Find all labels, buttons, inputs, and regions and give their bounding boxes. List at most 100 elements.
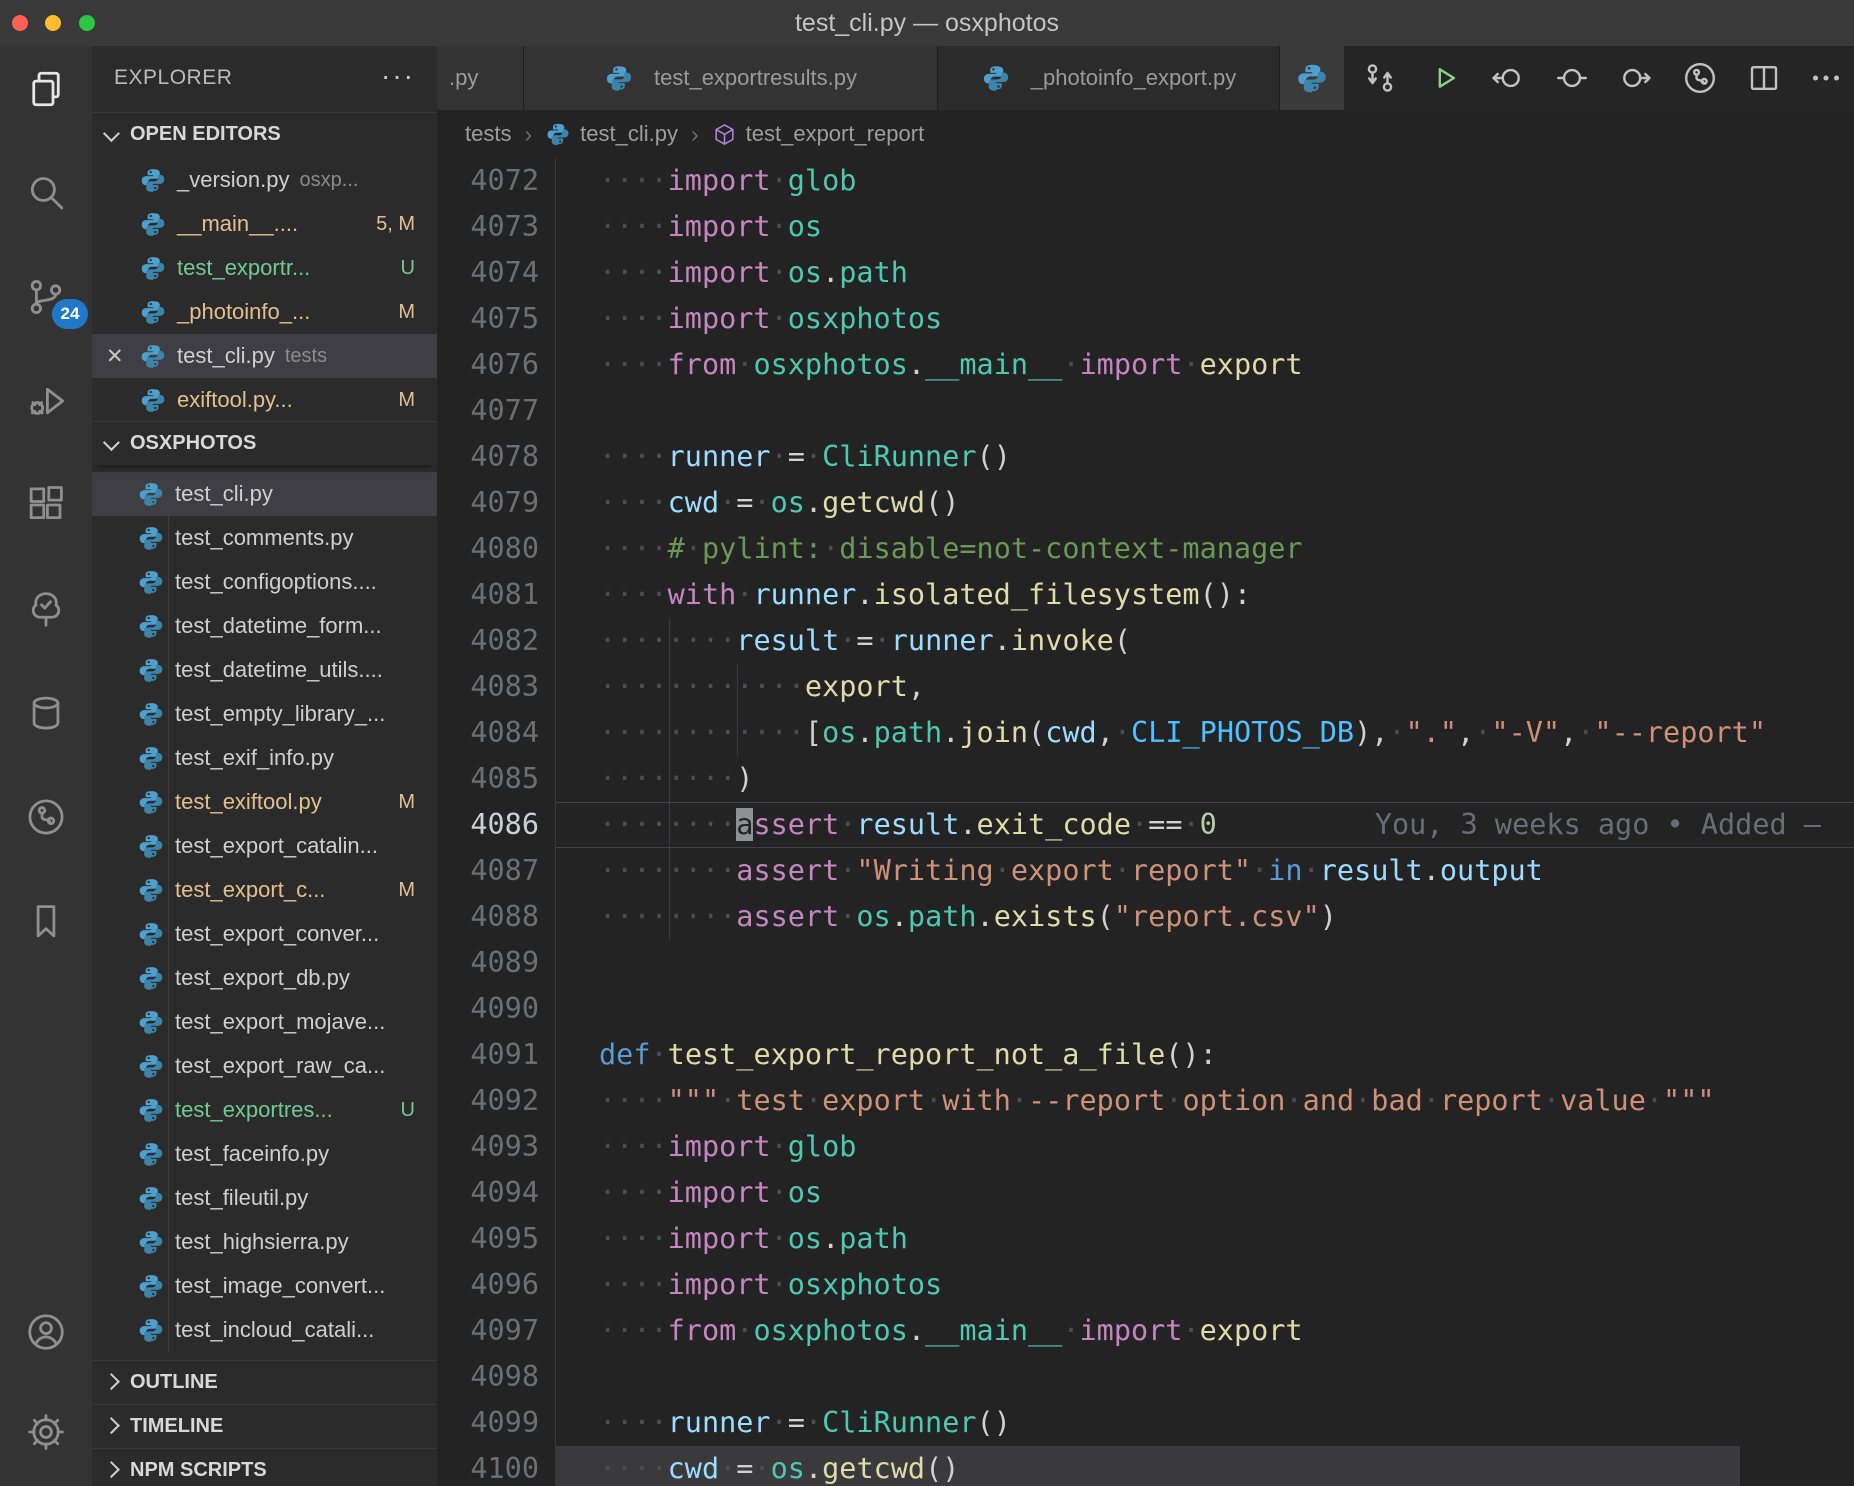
code-line[interactable]: 4096····import·osxphotos xyxy=(437,1262,1854,1308)
open-editor-item[interactable]: ✕test_cli.pytests xyxy=(92,334,437,378)
code-line[interactable]: 4097····from·osxphotos.__main__·import·e… xyxy=(437,1308,1854,1354)
section-timeline[interactable]: TIMELINE xyxy=(92,1404,437,1448)
open-editor-item[interactable]: exiftool.py...M xyxy=(92,378,437,422)
tree-item[interactable]: test_empty_library_... xyxy=(92,692,437,736)
tree-item[interactable]: test_export_c...M xyxy=(92,868,437,912)
code-line[interactable]: 4100····cwd·=·os.getcwd() xyxy=(437,1446,1854,1486)
tab--py[interactable]: .py xyxy=(437,46,524,110)
line-number[interactable]: 4076 xyxy=(437,342,556,388)
line-number[interactable]: 4085 xyxy=(437,756,556,802)
tree-item[interactable]: test_exiftool.pyM xyxy=(92,780,437,824)
line-number[interactable]: 4079 xyxy=(437,480,556,526)
code-line[interactable]: 4072····import·glob xyxy=(437,158,1854,204)
tree-item[interactable]: test_image_convert... xyxy=(92,1264,437,1308)
code-line[interactable]: 4081····with·runner.isolated_filesystem(… xyxy=(437,572,1854,618)
line-number[interactable]: 4099 xyxy=(437,1400,556,1446)
close-icon[interactable]: ✕ xyxy=(106,344,138,369)
breadcrumb-item[interactable]: test_cli.py xyxy=(545,121,678,147)
tree-item[interactable]: test_fileutil.py xyxy=(92,1176,437,1220)
code-line[interactable]: 4091def·test_export_report_not_a_file(): xyxy=(437,1032,1854,1078)
settings-gear-icon[interactable] xyxy=(24,1410,68,1454)
line-number[interactable]: 4093 xyxy=(437,1124,556,1170)
code-line[interactable]: 4087········assert·"Writing·export·repor… xyxy=(437,848,1854,894)
code-line[interactable]: 4098 xyxy=(437,1354,1854,1400)
code-line[interactable]: 4094····import·os xyxy=(437,1170,1854,1216)
files-icon[interactable] xyxy=(24,67,68,111)
bookmarks-icon[interactable] xyxy=(24,899,68,943)
section-npm-scripts[interactable]: NPM SCRIPTS xyxy=(92,1448,437,1486)
database-icon[interactable] xyxy=(24,691,68,735)
line-number[interactable]: 4091 xyxy=(437,1032,556,1078)
line-number[interactable]: 4098 xyxy=(437,1354,556,1400)
line-number[interactable]: 4097 xyxy=(437,1308,556,1354)
explorer-more-actions-icon[interactable]: ··· xyxy=(381,60,415,92)
line-number[interactable]: 4073 xyxy=(437,204,556,250)
line-number[interactable]: 4092 xyxy=(437,1078,556,1124)
line-number[interactable]: 4072 xyxy=(437,158,556,204)
tree-item[interactable]: test_export_db.py xyxy=(92,956,437,1000)
code-line[interactable]: 4085········) xyxy=(437,756,1854,802)
tree-item[interactable]: test_cli.py xyxy=(92,472,437,516)
code-line[interactable]: 4089 xyxy=(437,940,1854,986)
gitlens-icon[interactable] xyxy=(24,795,68,839)
code-line[interactable]: 4086········assert·result.exit_code·==·0… xyxy=(437,802,1854,848)
code-line[interactable]: 4090 xyxy=(437,986,1854,1032)
navigate-back-icon[interactable] xyxy=(1487,59,1527,97)
open-editor-item[interactable]: test_exportr...U xyxy=(92,246,437,290)
line-number[interactable]: 4087 xyxy=(437,848,556,894)
breadcrumb-item[interactable]: tests xyxy=(465,121,511,147)
tree-item[interactable]: test_export_conver... xyxy=(92,912,437,956)
tree-item[interactable]: test_comments.py xyxy=(92,516,437,560)
tree-item[interactable]: test_exif_info.py xyxy=(92,736,437,780)
code-line[interactable]: 4092····"""·test·export·with·--report·op… xyxy=(437,1078,1854,1124)
line-number[interactable]: 4086 xyxy=(437,802,556,848)
line-number[interactable]: 4088 xyxy=(437,894,556,940)
line-number[interactable]: 4100 xyxy=(437,1446,556,1486)
line-number[interactable]: 4095 xyxy=(437,1216,556,1262)
code-editor[interactable]: 4072····import·glob4073····import·os4074… xyxy=(437,158,1854,1486)
code-line[interactable]: 4093····import·glob xyxy=(437,1124,1854,1170)
breadcrumb-item[interactable]: test_export_report xyxy=(712,121,925,147)
line-number[interactable]: 4077 xyxy=(437,388,556,434)
tree-item[interactable]: test_export_raw_ca... xyxy=(92,1044,437,1088)
code-line[interactable]: 4077 xyxy=(437,388,1854,434)
code-line[interactable]: 4076····from·osxphotos.__main__·import·e… xyxy=(437,342,1854,388)
code-line[interactable]: 4084············[os.path.join(cwd,·CLI_P… xyxy=(437,710,1854,756)
code-line[interactable]: 4079····cwd·=·os.getcwd() xyxy=(437,480,1854,526)
tree-item[interactable]: test_export_catalin... xyxy=(92,824,437,868)
navigate-forward-icon[interactable] xyxy=(1616,59,1656,97)
tree-item[interactable]: test_exportres...U xyxy=(92,1088,437,1132)
line-number[interactable]: 4089 xyxy=(437,940,556,986)
code-line[interactable]: 4099····runner·=·CliRunner() xyxy=(437,1400,1854,1446)
line-number[interactable]: 4078 xyxy=(437,434,556,480)
code-line[interactable]: 4080····#·pylint:·disable=not-context-ma… xyxy=(437,526,1854,572)
tree-item[interactable]: test_datetime_form... xyxy=(92,604,437,648)
code-line[interactable]: 4074····import·os.path xyxy=(437,250,1854,296)
line-number[interactable]: 4080 xyxy=(437,526,556,572)
open-editor-item[interactable]: __main__....5, M xyxy=(92,202,437,246)
tree-item[interactable]: test_highsierra.py xyxy=(92,1220,437,1264)
line-number[interactable]: 4084 xyxy=(437,710,556,756)
line-number[interactable]: 4075 xyxy=(437,296,556,342)
run-icon[interactable] xyxy=(1424,59,1464,97)
section-outline[interactable]: OUTLINE xyxy=(92,1360,437,1404)
line-number[interactable]: 4081 xyxy=(437,572,556,618)
record-icon[interactable] xyxy=(1552,59,1592,97)
extensions-icon[interactable] xyxy=(24,483,68,527)
line-number[interactable]: 4090 xyxy=(437,986,556,1032)
code-line[interactable]: 4082········result·=·runner.invoke( xyxy=(437,618,1854,664)
tree-item[interactable]: test_export_mojave... xyxy=(92,1000,437,1044)
section-project-osxphotos[interactable]: OSXPHOTOS xyxy=(92,421,437,465)
run-debug-icon[interactable] xyxy=(24,379,68,423)
line-number[interactable]: 4082 xyxy=(437,618,556,664)
tab--photoinfo-export-py[interactable]: _photoinfo_export.py xyxy=(938,46,1280,110)
open-editor-item[interactable]: _version.pyosxp... xyxy=(92,158,437,202)
tab-test-exportresults-py[interactable]: test_exportresults.py xyxy=(524,46,938,110)
todo-tree-icon[interactable] xyxy=(24,587,68,631)
search-icon[interactable] xyxy=(24,171,68,215)
line-number[interactable]: 4083 xyxy=(437,664,556,710)
code-line[interactable]: 4088········assert·os.path.exists("repor… xyxy=(437,894,1854,940)
python-interpreter-indicator[interactable] xyxy=(1280,46,1344,110)
line-number[interactable]: 4094 xyxy=(437,1170,556,1216)
code-line[interactable]: 4073····import·os xyxy=(437,204,1854,250)
